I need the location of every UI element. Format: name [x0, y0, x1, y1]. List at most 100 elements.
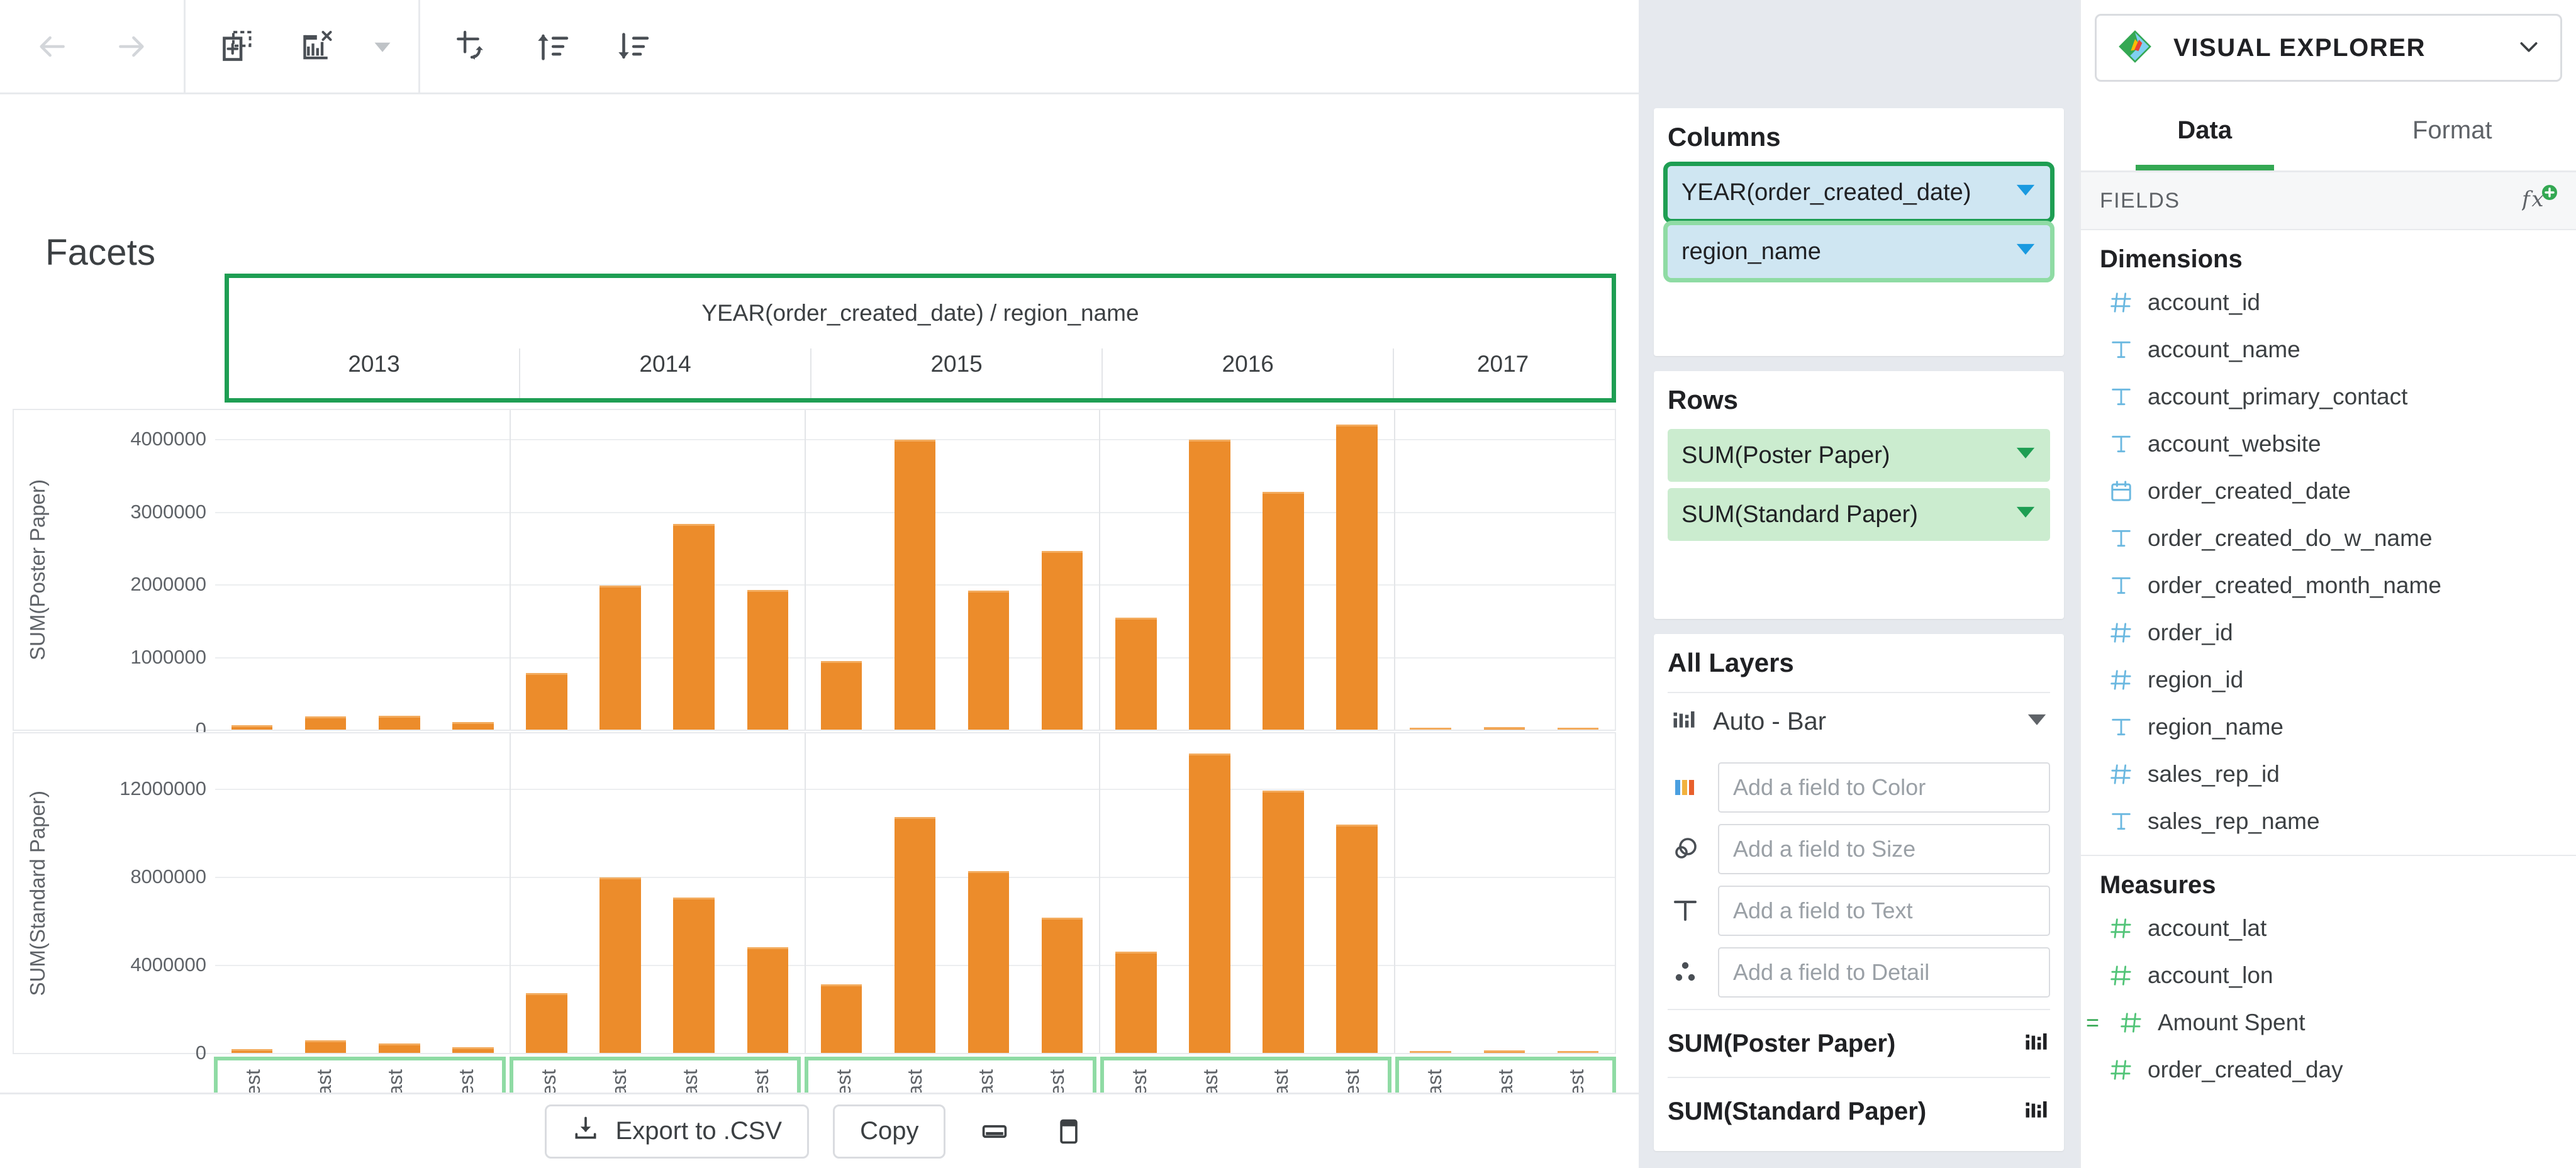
- app-header[interactable]: VISUAL EXPLORER: [2095, 14, 2562, 82]
- shelf-panel: Columns YEAR(order_created_date) region_n…: [1639, 0, 2079, 1168]
- rows-pill-1[interactable]: SUM(Standard Paper): [1668, 488, 2050, 541]
- clear-chart-caret-icon[interactable]: [372, 20, 393, 73]
- bar-2014-Midwest[interactable]: [526, 993, 567, 1053]
- bar-2013-Northeast[interactable]: [304, 1040, 347, 1053]
- facet-year-labels: 2013 2014 2015 2016 2017: [229, 348, 1612, 398]
- bar-2013-Northeast[interactable]: [304, 716, 347, 730]
- dimension-field-order_created_do_w_name[interactable]: order_created_do_w_name: [2081, 514, 2576, 562]
- bar-2017-West[interactable]: [1557, 1051, 1599, 1053]
- rows-pill-0[interactable]: SUM(Poster Paper): [1668, 429, 2050, 482]
- bar-2013-Midwest[interactable]: [231, 1048, 273, 1053]
- bar-2017-Southeast[interactable]: [1483, 1050, 1525, 1053]
- columns-pill-0[interactable]: YEAR(order_created_date): [1663, 162, 2055, 223]
- bar-2013-West[interactable]: [452, 722, 494, 730]
- bottom-toolbar: Export to .CSV Copy: [0, 1093, 1639, 1168]
- bar-2014-Northeast[interactable]: [599, 877, 641, 1053]
- export-csv-label: Export to .CSV: [615, 1117, 783, 1145]
- sort-descending-button[interactable]: [606, 20, 659, 73]
- bar-2016-Southeast[interactable]: [1263, 791, 1304, 1053]
- bar-2015-Southeast[interactable]: [967, 870, 1010, 1053]
- back-button[interactable]: [25, 20, 78, 73]
- measure-field-Amount Spent[interactable]: = Amount Spent: [2081, 999, 2576, 1046]
- encoding-drop-zone-detail[interactable]: Add a field to Detail: [1718, 947, 2050, 998]
- dimension-field-sales_rep_id[interactable]: sales_rep_id: [2081, 750, 2576, 798]
- bar-2016-West[interactable]: [1336, 425, 1378, 730]
- bar-2016-Midwest[interactable]: [1115, 951, 1157, 1053]
- swap-axes-button[interactable]: [445, 20, 498, 73]
- text-icon: [1668, 893, 1703, 928]
- columns-pill-1[interactable]: region_name: [1663, 221, 2055, 282]
- bar-2016-Midwest[interactable]: [1115, 618, 1157, 730]
- bar-2014-Midwest[interactable]: [526, 672, 567, 730]
- fx-add-icon[interactable]: fx: [2520, 184, 2557, 218]
- bar-2014-Southeast[interactable]: [673, 524, 715, 730]
- pill-chevron-down-icon[interactable]: [2015, 442, 2036, 469]
- view-panel-icon[interactable]: [1044, 1106, 1094, 1157]
- bar-2015-Midwest[interactable]: [820, 984, 862, 1053]
- bar-2014-West[interactable]: [747, 947, 789, 1053]
- mark-type-chevron-down-icon[interactable]: [2026, 708, 2048, 736]
- add-sheet-button[interactable]: [211, 20, 264, 73]
- measure-field-account_lat[interactable]: account_lat: [2081, 904, 2576, 952]
- sort-ascending-button[interactable]: [526, 20, 579, 73]
- view-bar-icon[interactable]: [969, 1106, 1020, 1157]
- bar-2016-Northeast[interactable]: [1189, 753, 1230, 1053]
- collapse-chevron-down-icon[interactable]: [2516, 34, 2541, 62]
- bar-2015-Midwest[interactable]: [820, 661, 862, 730]
- bar-2017-Northeast[interactable]: [1410, 1050, 1452, 1053]
- bar-2013-West[interactable]: [452, 1047, 494, 1053]
- bar-2014-West[interactable]: [747, 590, 789, 730]
- bar-2014-Northeast[interactable]: [599, 586, 641, 730]
- bar-2017-Southeast[interactable]: [1483, 726, 1525, 730]
- bar-2016-Southeast[interactable]: [1263, 492, 1304, 730]
- dimension-field-region_id[interactable]: region_id: [2081, 656, 2576, 703]
- pill-chevron-down-icon[interactable]: [2015, 501, 2036, 528]
- pill-chevron-down-icon[interactable]: [2015, 179, 2036, 206]
- pill-chevron-down-icon[interactable]: [2015, 238, 2036, 265]
- dimension-field-region_name[interactable]: region_name: [2081, 703, 2576, 750]
- bar-2013-Southeast[interactable]: [378, 716, 420, 730]
- dimension-field-account_website[interactable]: account_website: [2081, 420, 2576, 467]
- rows-drop-zone[interactable]: [1668, 547, 2050, 601]
- dimension-field-order_created_month_name[interactable]: order_created_month_name: [2081, 562, 2576, 609]
- dimension-field-account_primary_contact[interactable]: account_primary_contact: [2081, 373, 2576, 420]
- bar-2015-West[interactable]: [1041, 550, 1083, 730]
- measure-field-order_created_day[interactable]: order_created_day: [2081, 1046, 2576, 1093]
- dimensions-list: account_id account_name account_primary_co…: [2081, 279, 2576, 845]
- bar-2015-West[interactable]: [1041, 917, 1083, 1053]
- bar-2016-West[interactable]: [1336, 825, 1378, 1053]
- encoding-drop-zone-size[interactable]: Add a field to Size: [1718, 824, 2050, 874]
- bar-2016-Northeast[interactable]: [1189, 440, 1230, 730]
- encoding-drop-zone-color[interactable]: Add a field to Color: [1718, 762, 2050, 813]
- dimension-field-label: sales_rep_id: [2148, 760, 2280, 787]
- tab-data[interactable]: Data: [2081, 91, 2329, 170]
- columns-drop-zone[interactable]: [1668, 284, 2050, 338]
- bar-2015-Southeast[interactable]: [967, 591, 1010, 730]
- bar-2017-Northeast[interactable]: [1410, 727, 1452, 730]
- measure-field-account_lon[interactable]: account_lon: [2081, 952, 2576, 999]
- x-axis-label-text: West: [1565, 1069, 1588, 1093]
- bar-2017-West[interactable]: [1557, 728, 1599, 730]
- dimension-field-account_id[interactable]: account_id: [2081, 279, 2576, 326]
- dimension-field-order_id[interactable]: order_id: [2081, 609, 2576, 656]
- bar-2015-Northeast[interactable]: [894, 440, 936, 730]
- dimension-field-account_name[interactable]: account_name: [2081, 326, 2576, 373]
- bar-2013-Southeast[interactable]: [378, 1043, 420, 1053]
- export-csv-button[interactable]: Export to .CSV: [544, 1104, 810, 1159]
- measure-layer-0[interactable]: SUM(Poster Paper): [1668, 1009, 2050, 1077]
- mark-type-selector[interactable]: Auto - Bar: [1668, 692, 2050, 750]
- tab-format[interactable]: Format: [2329, 91, 2576, 170]
- bars-standard: [215, 733, 1615, 1053]
- plot-poster-paper: SUM(Poster Paper) 0 1000000 2000000 3000000…: [13, 409, 1616, 740]
- dimension-field-order_created_date[interactable]: order_created_date: [2081, 467, 2576, 514]
- bar-chart-icon: [1670, 704, 1698, 738]
- encoding-drop-zone-text[interactable]: Add a field to Text: [1718, 886, 2050, 936]
- clear-chart-button[interactable]: [291, 20, 344, 73]
- bar-2015-Northeast[interactable]: [894, 817, 936, 1053]
- dimension-field-sales_rep_name[interactable]: sales_rep_name: [2081, 798, 2576, 845]
- measure-layer-1[interactable]: SUM(Standard Paper): [1668, 1077, 2050, 1145]
- forward-button[interactable]: [106, 20, 159, 73]
- bar-2013-Midwest[interactable]: [231, 725, 273, 730]
- bar-2014-Southeast[interactable]: [673, 898, 715, 1053]
- copy-button[interactable]: Copy: [833, 1104, 946, 1159]
